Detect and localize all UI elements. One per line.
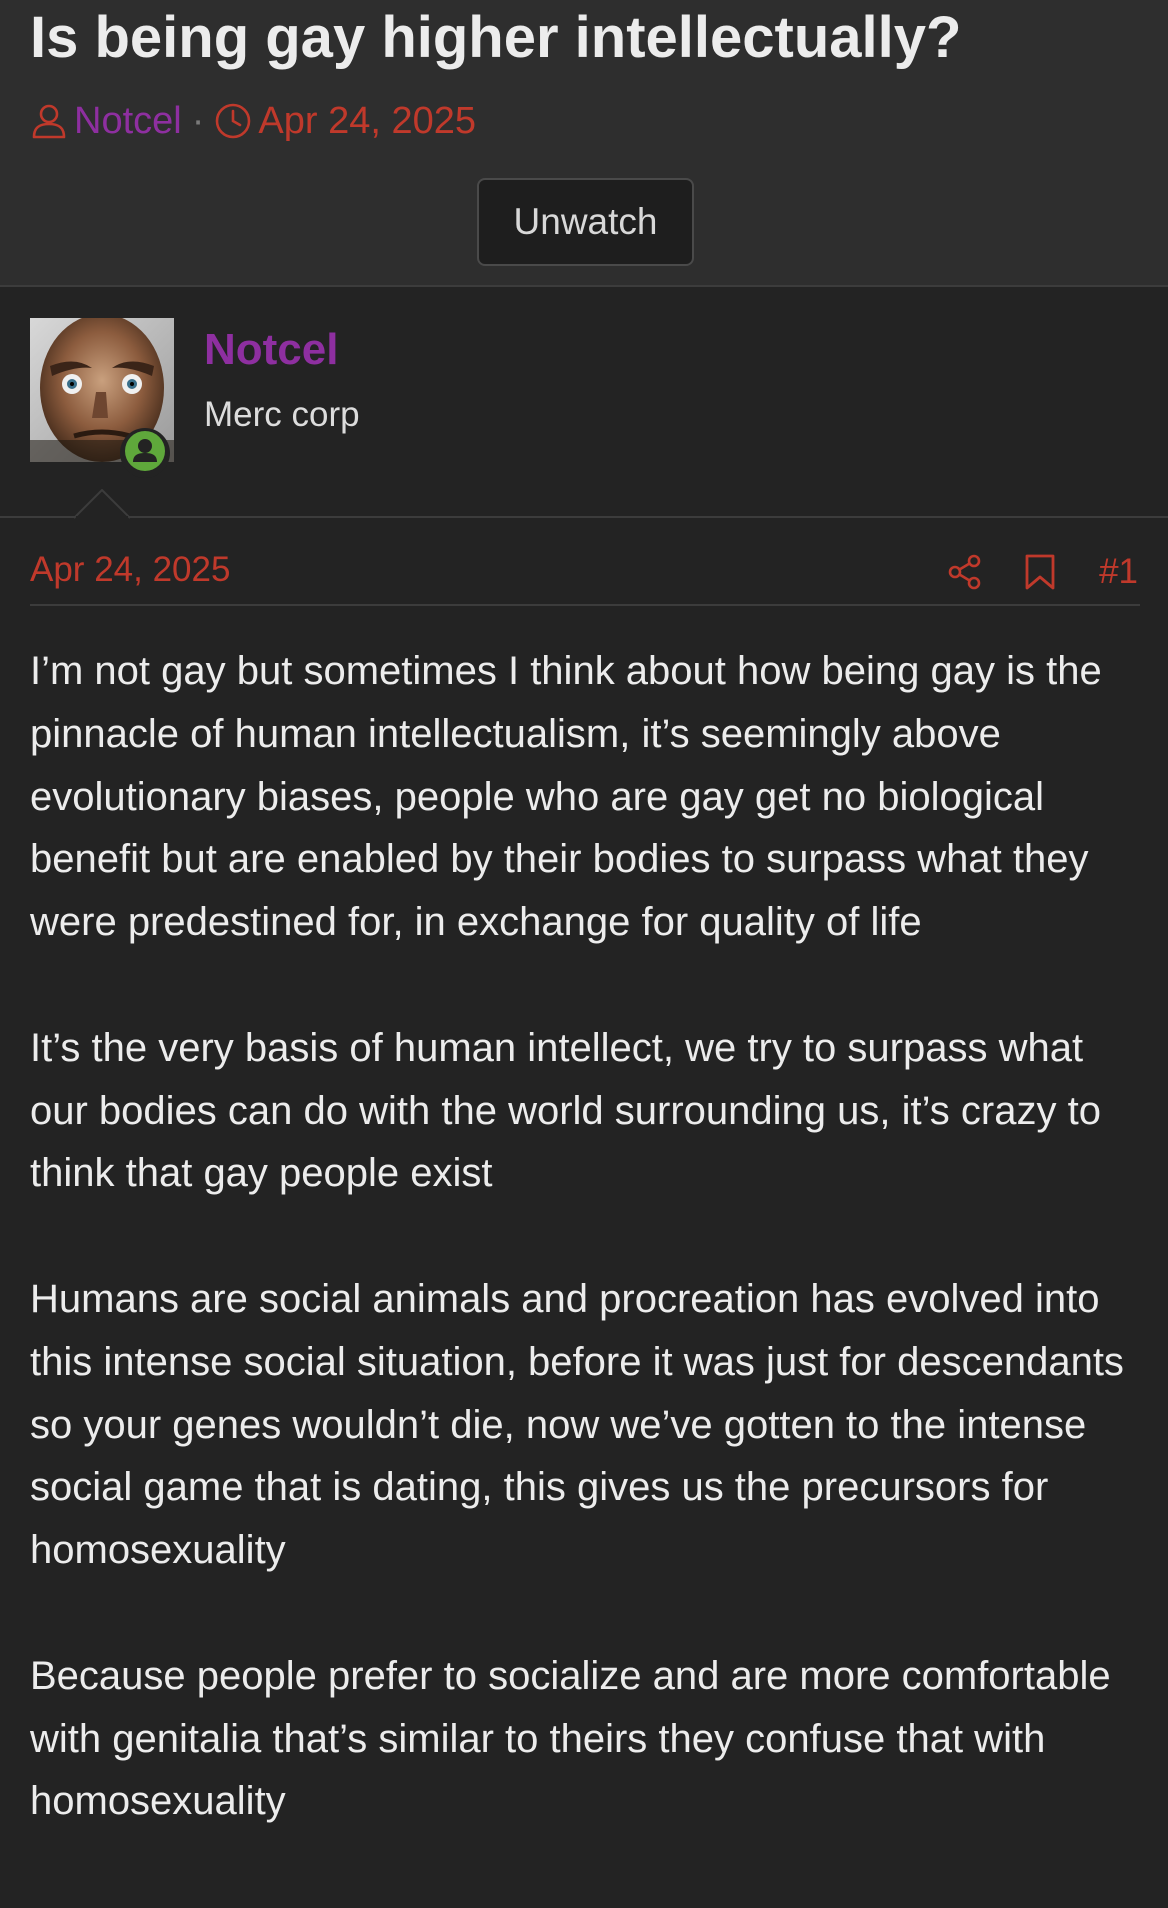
thread-title: Is being gay higher intellectually?	[30, 5, 962, 70]
post-username[interactable]: Notcel	[204, 325, 338, 375]
post-actions: #1	[907, 548, 1138, 596]
post-paragraph: Humans are social animals and procreatio…	[30, 1276, 1124, 1573]
post-user-block	[0, 289, 1168, 516]
post-divider	[30, 604, 1140, 606]
online-status-badge	[120, 428, 170, 478]
bookmark-icon[interactable]	[1023, 553, 1057, 591]
user-title: Merc corp	[204, 395, 360, 434]
thread-author-link[interactable]: Notcel	[74, 100, 182, 143]
user-icon	[30, 102, 68, 140]
post-paragraph: Because people prefer to socialize and a…	[30, 1653, 1111, 1824]
unwatch-button[interactable]: Unwatch	[477, 178, 694, 266]
clock-icon	[214, 102, 252, 140]
post-paragraph: It’s the very basis of human intellect, …	[30, 1025, 1101, 1196]
thread-meta: Notcel · Apr 24, 2025	[30, 95, 476, 147]
post-body: I’m not gay but sometimes I think about …	[30, 640, 1142, 1833]
post-paragraph: I’m not gay but sometimes I think about …	[30, 649, 1102, 945]
meta-separator: ·	[191, 99, 205, 142]
post-number-link[interactable]: #1	[1099, 552, 1138, 592]
share-icon[interactable]	[947, 554, 983, 590]
thread-header: Is being gay higher intellectually? Notc…	[0, 0, 1168, 287]
online-user-icon	[123, 429, 167, 478]
message-pointer	[74, 489, 130, 519]
thread-date-link[interactable]: Apr 24, 2025	[258, 100, 476, 143]
post-date-link[interactable]: Apr 24, 2025	[30, 550, 230, 590]
